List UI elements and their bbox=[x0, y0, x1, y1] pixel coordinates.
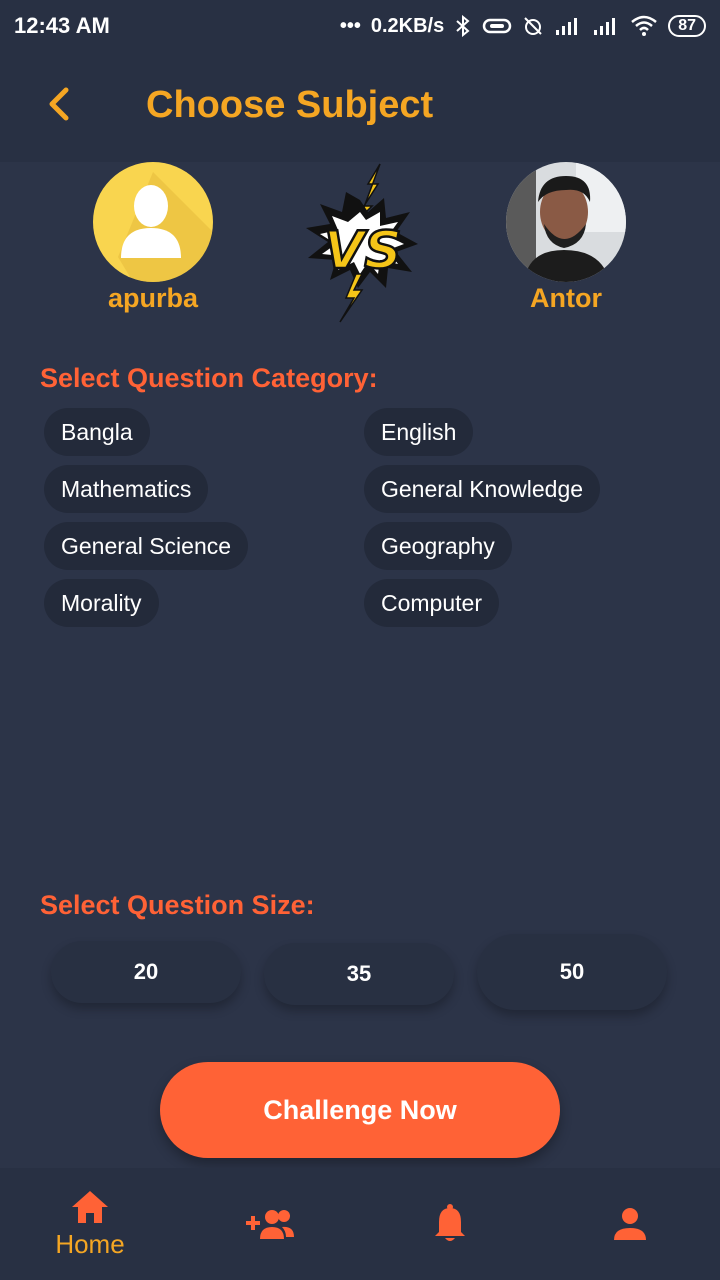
more-dots: ••• bbox=[339, 14, 361, 37]
category-chip[interactable]: General Knowledge bbox=[364, 465, 601, 513]
svg-text:VS: VS bbox=[324, 221, 402, 281]
avatar bbox=[506, 162, 626, 282]
size-option-button[interactable]: 20 bbox=[51, 941, 241, 1003]
add-friend-icon bbox=[246, 1210, 294, 1239]
nav-notifications[interactable] bbox=[360, 1168, 540, 1280]
bottom-nav: Home bbox=[0, 1168, 720, 1280]
category-chip[interactable]: Geography bbox=[364, 522, 512, 570]
vs-badge: VS bbox=[300, 162, 420, 324]
nav-home[interactable]: Home bbox=[0, 1168, 180, 1280]
signal-icon bbox=[594, 18, 616, 35]
category-chip[interactable]: Morality bbox=[44, 579, 159, 627]
user-photo bbox=[506, 162, 626, 282]
category-chip[interactable]: General Science bbox=[44, 522, 249, 570]
status-time: 12:43 AM bbox=[14, 13, 110, 38]
player-right: Antor bbox=[466, 162, 666, 314]
category-chip[interactable]: English bbox=[364, 408, 474, 456]
avatar bbox=[93, 162, 213, 282]
link-icon bbox=[482, 18, 512, 34]
wifi-icon bbox=[631, 15, 658, 36]
alarm-off-icon bbox=[524, 17, 542, 35]
page-title: Choose Subject bbox=[146, 84, 434, 126]
nav-add-friend[interactable] bbox=[180, 1168, 360, 1280]
challenge-now-button[interactable]: Challenge Now bbox=[160, 1062, 560, 1158]
vs-lightning-icon: VS bbox=[306, 163, 418, 323]
person-icon bbox=[614, 1208, 646, 1240]
app-bar: Choose Subject bbox=[0, 52, 720, 162]
player-name: Antor bbox=[530, 283, 602, 313]
category-chip[interactable]: Mathematics bbox=[44, 465, 209, 513]
bell-icon bbox=[435, 1204, 465, 1241]
battery-indicator: 87 bbox=[668, 15, 706, 37]
status-icons: ••• 0.2KB/s 87 bbox=[340, 15, 706, 38]
back-button[interactable] bbox=[36, 82, 80, 126]
size-option-button[interactable]: 50 bbox=[477, 934, 667, 1010]
player-left: apurba bbox=[53, 162, 253, 314]
status-bar: 12:43 AM ••• 0.2KB/s 87 bbox=[0, 0, 720, 52]
home-icon bbox=[72, 1190, 108, 1223]
chevron-left-icon bbox=[49, 87, 69, 121]
player-name: apurba bbox=[107, 283, 199, 313]
network-speed: 0.2KB/s bbox=[370, 14, 445, 37]
signal-icon bbox=[556, 18, 578, 35]
bluetooth-icon bbox=[456, 15, 470, 37]
category-chip[interactable]: Bangla bbox=[44, 408, 150, 456]
nav-profile[interactable] bbox=[540, 1168, 720, 1280]
default-user-icon bbox=[118, 172, 213, 282]
category-chip[interactable]: Computer bbox=[364, 579, 499, 627]
nav-home-label: Home bbox=[55, 1228, 125, 1259]
category-label: Select Question Category: bbox=[40, 363, 378, 393]
size-label: Select Question Size: bbox=[40, 890, 315, 920]
size-option-button[interactable]: 35 bbox=[264, 943, 454, 1005]
